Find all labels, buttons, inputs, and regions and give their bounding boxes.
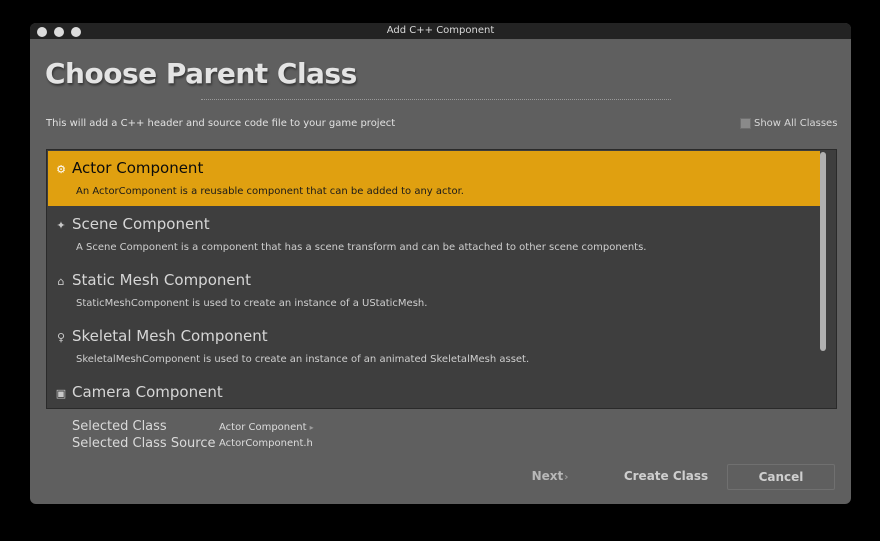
- parent-class-list[interactable]: ⚙ Actor Component An ActorComponent is a…: [46, 149, 837, 409]
- selected-class-text: Actor Component: [219, 422, 307, 433]
- page-title: Choose Parent Class: [45, 57, 357, 90]
- create-class-button[interactable]: Create Class: [618, 464, 714, 488]
- list-item-description: A Scene Component is a component that ha…: [76, 242, 647, 253]
- browse-arrow-icon: ▸: [309, 423, 314, 432]
- list-item-name: Skeletal Mesh Component: [72, 327, 268, 345]
- scene-component-icon: ✦: [56, 219, 66, 232]
- list-scrollbar[interactable]: [820, 152, 826, 351]
- skeletal-mesh-icon: ♀: [56, 331, 66, 344]
- list-item-name: Actor Component: [72, 159, 204, 177]
- next-button-label: Next: [531, 469, 564, 483]
- heading-divider: [201, 99, 671, 100]
- list-item-name: Static Mesh Component: [72, 271, 252, 289]
- list-item-name: Scene Component: [72, 215, 210, 233]
- cancel-button[interactable]: Cancel: [727, 464, 835, 490]
- chevron-right-icon: ›: [564, 472, 569, 483]
- next-button[interactable]: Next›: [520, 464, 580, 488]
- list-item-static-mesh-component[interactable]: ⌂ Static Mesh Component StaticMeshCompon…: [48, 263, 820, 318]
- list-item-camera-component[interactable]: ▣ Camera Component: [48, 375, 820, 408]
- show-all-classes-label: Show All Classes: [754, 118, 838, 129]
- list-item-description: StaticMeshComponent is used to create an…: [76, 298, 428, 309]
- list-item-name: Camera Component: [72, 383, 223, 401]
- page-description: This will add a C++ header and source co…: [46, 118, 396, 129]
- selected-class-source-value[interactable]: ActorComponent.h: [219, 438, 313, 449]
- list-item-actor-component[interactable]: ⚙ Actor Component An ActorComponent is a…: [48, 151, 820, 206]
- selected-class-source-label: Selected Class Source: [72, 436, 216, 451]
- list-item-scene-component[interactable]: ✦ Scene Component A Scene Component is a…: [48, 207, 820, 262]
- list-item-skeletal-mesh-component[interactable]: ♀ Skeletal Mesh Component SkeletalMeshCo…: [48, 319, 820, 374]
- add-cpp-component-window: Add C++ Component Choose Parent Class Th…: [30, 23, 851, 504]
- show-all-classes-checkbox[interactable]: [740, 118, 751, 129]
- selected-class-source-text[interactable]: ActorComponent.h: [219, 438, 313, 449]
- static-mesh-icon: ⌂: [57, 275, 65, 288]
- title-bar[interactable]: Add C++ Component: [30, 23, 851, 39]
- show-all-classes-toggle[interactable]: Show All Classes: [740, 118, 837, 129]
- selected-class-label: Selected Class: [72, 419, 167, 434]
- camera-component-icon: ▣: [55, 387, 67, 400]
- actor-component-icon: ⚙: [56, 163, 66, 176]
- window-title: Add C++ Component: [386, 25, 495, 36]
- selected-class-value: Actor Component ▸: [219, 422, 314, 433]
- list-item-description: An ActorComponent is a reusable componen…: [76, 186, 464, 197]
- list-item-description: SkeletalMeshComponent is used to create …: [76, 354, 530, 365]
